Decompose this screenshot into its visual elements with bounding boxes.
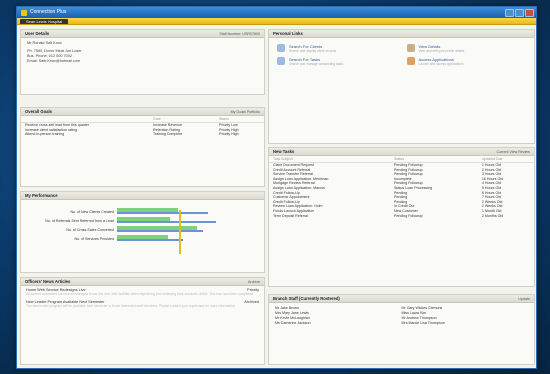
tasks-body: Claim Document Request Pending Followup 1 … bbox=[269, 163, 534, 219]
close-button[interactable] bbox=[525, 8, 534, 17]
branch-staff-title: Branch Staff (Currently Rostered) bbox=[273, 296, 340, 301]
user-email[interactable]: Email: Saltr.Knox@hotmail.com bbox=[21, 59, 264, 64]
target-bar bbox=[117, 212, 209, 214]
my-performance-panel: My Performance No. of New Clients Create… bbox=[20, 191, 265, 273]
news-item[interactable]: Home Web Service Redesigns Live Priority… bbox=[21, 286, 264, 298]
task-cell: Pending Followup bbox=[394, 213, 423, 218]
task-cell: 2 Months Old bbox=[481, 213, 504, 218]
goal-cell: Training Complete bbox=[152, 132, 183, 137]
apps-icon bbox=[406, 57, 415, 65]
quick-links-title: Personal Links bbox=[273, 31, 303, 36]
news-panel: Officers' News Articles Archive Home Web… bbox=[20, 277, 265, 365]
staff-member[interactable]: Ms Camerine Jackson bbox=[275, 321, 402, 326]
table-row[interactable]: Term Deposit Referral Pending Followup 2 M… bbox=[269, 214, 534, 219]
overall-goals-panel: Overall Goals My Goals Portfolio Goal St… bbox=[20, 107, 265, 187]
tasks-panel: New Tasks Current View Review Task Subje… bbox=[268, 147, 535, 287]
my-performance-title: My Performance bbox=[25, 193, 58, 198]
title-bar: Connection Plus bbox=[17, 7, 536, 18]
staff-list: Mr Jake Brown Mrs Mary Jane Lewis Mr Kev… bbox=[269, 303, 534, 329]
quick-link-access-applications[interactable]: Access Applications Launch and access ap… bbox=[406, 57, 527, 66]
performance-row: No. of Services Provided bbox=[21, 234, 264, 243]
window-controls bbox=[505, 8, 536, 17]
my-performance-header: My Performance bbox=[21, 192, 264, 200]
search-icon bbox=[277, 57, 285, 65]
branch-staff-panel: Branch Staff (Currently Rostered) Update… bbox=[268, 294, 535, 365]
user-details-panel: User Details Staff Number: USR07800 Mr R… bbox=[20, 29, 265, 95]
tasks-review-link[interactable]: Current View Review bbox=[497, 150, 531, 154]
goals-table: Goal Status Receive cross-sell lead from… bbox=[21, 116, 264, 137]
user-icon bbox=[406, 44, 415, 52]
performance-label: No. of Services Provided bbox=[74, 236, 114, 241]
tab-home[interactable]: Sean Lewis Hospital bbox=[20, 18, 69, 24]
quick-link-subtitle: Search and display client records bbox=[289, 49, 336, 53]
table-row[interactable]: Attend in-person training Training Compl… bbox=[21, 132, 264, 137]
performance-rows: No. of New Clients Created No. of Referr… bbox=[21, 200, 264, 243]
news-item-body: The new leader program will be available… bbox=[26, 304, 236, 308]
tasks-table: Task Subject Status Updated Due Claim Do… bbox=[269, 156, 534, 218]
quick-link-view-details[interactable]: View Details View and edit your profile … bbox=[406, 44, 527, 53]
staff-member[interactable]: Mrs Marcie Lisa Thompson bbox=[402, 321, 529, 326]
quick-link-subtitle: View and edit your profile details bbox=[418, 49, 465, 53]
quick-links-panel: Personal Links Search For Clients Search… bbox=[268, 29, 535, 144]
performance-label: No. of Cross-Sales Converted bbox=[66, 227, 114, 232]
quick-link-search-tasks[interactable]: Search For Tasks Search and manage outst… bbox=[277, 57, 397, 66]
search-icon bbox=[277, 44, 285, 52]
target-bar bbox=[117, 230, 204, 232]
tab-bar: Sean Lewis Hospital bbox=[17, 18, 536, 25]
branch-staff-header: Branch Staff (Currently Rostered) Update bbox=[269, 295, 534, 303]
maximize-button[interactable] bbox=[515, 8, 524, 17]
performance-row: No. of Cross-Sales Converted bbox=[21, 225, 264, 234]
quick-link-subtitle: Launch and access applications bbox=[418, 62, 464, 66]
performance-row: No. of New Clients Created bbox=[21, 207, 264, 216]
performance-row: No. of Referrals Sent Referred from a Le… bbox=[21, 216, 264, 225]
staff-column-left: Mr Jake Brown Mrs Mary Jane Lewis Mr Kev… bbox=[275, 306, 402, 326]
performance-label: No. of New Clients Created bbox=[70, 209, 114, 214]
user-details-header: User Details Staff Number: USR07800 bbox=[21, 30, 264, 38]
news-item-body: All current customers are now encouraged… bbox=[26, 292, 254, 296]
quick-links-grid: Search For Clients Search and display cl… bbox=[269, 38, 534, 72]
quick-link-search-clients[interactable]: Search For Clients Search and display cl… bbox=[277, 44, 397, 53]
goals-portfolio-link[interactable]: My Goals Portfolio bbox=[231, 110, 260, 114]
staff-number: Staff Number: USR07800 bbox=[219, 31, 260, 36]
app-window: Connection Plus Sean Lewis Hospital User… bbox=[16, 6, 537, 369]
goal-cell: Attend in-person training bbox=[25, 132, 65, 137]
user-details-title: User Details bbox=[25, 31, 50, 36]
branch-staff-update-link[interactable]: Update bbox=[518, 297, 530, 301]
staff-column-right: Mr Gary Wickes Clemons Miss Laura Kim Mr… bbox=[402, 306, 529, 326]
target-bar bbox=[117, 239, 184, 241]
news-item-tag: Archived bbox=[244, 300, 259, 304]
window-title: Connection Plus bbox=[30, 9, 67, 15]
news-item[interactable]: New Leader Program Available Next Semest… bbox=[21, 298, 264, 310]
overall-goals-title: Overall Goals bbox=[25, 109, 52, 114]
goal-cell: Priority High bbox=[219, 132, 239, 137]
news-header: Officers' News Articles Archive bbox=[21, 278, 264, 286]
minimize-button[interactable] bbox=[505, 8, 514, 17]
quick-links-header: Personal Links bbox=[269, 30, 534, 38]
tasks-title: New Tasks bbox=[273, 149, 295, 154]
table-row[interactable]: Assign Loan Application: Marcus Status Lo… bbox=[269, 186, 534, 191]
news-title: Officers' News Articles bbox=[25, 279, 71, 284]
quick-link-subtitle: Search and manage outstanding tasks bbox=[289, 62, 344, 66]
tasks-header: New Tasks Current View Review bbox=[269, 148, 534, 156]
target-marker bbox=[179, 210, 181, 254]
news-archive-link[interactable]: Archive bbox=[248, 280, 260, 284]
table-row[interactable]: Funds Launch Application New Customer 1 Mo… bbox=[269, 209, 534, 214]
task-cell: Term Deposit Referral bbox=[273, 213, 308, 218]
table-row[interactable]: Claim Document Request Pending Followup 1 … bbox=[269, 163, 534, 168]
performance-label: No. of Referrals Sent Referred from a Le… bbox=[45, 218, 114, 223]
overall-goals-header: Overall Goals My Goals Portfolio bbox=[21, 108, 264, 116]
target-bar bbox=[117, 221, 217, 223]
app-icon bbox=[21, 9, 27, 16]
